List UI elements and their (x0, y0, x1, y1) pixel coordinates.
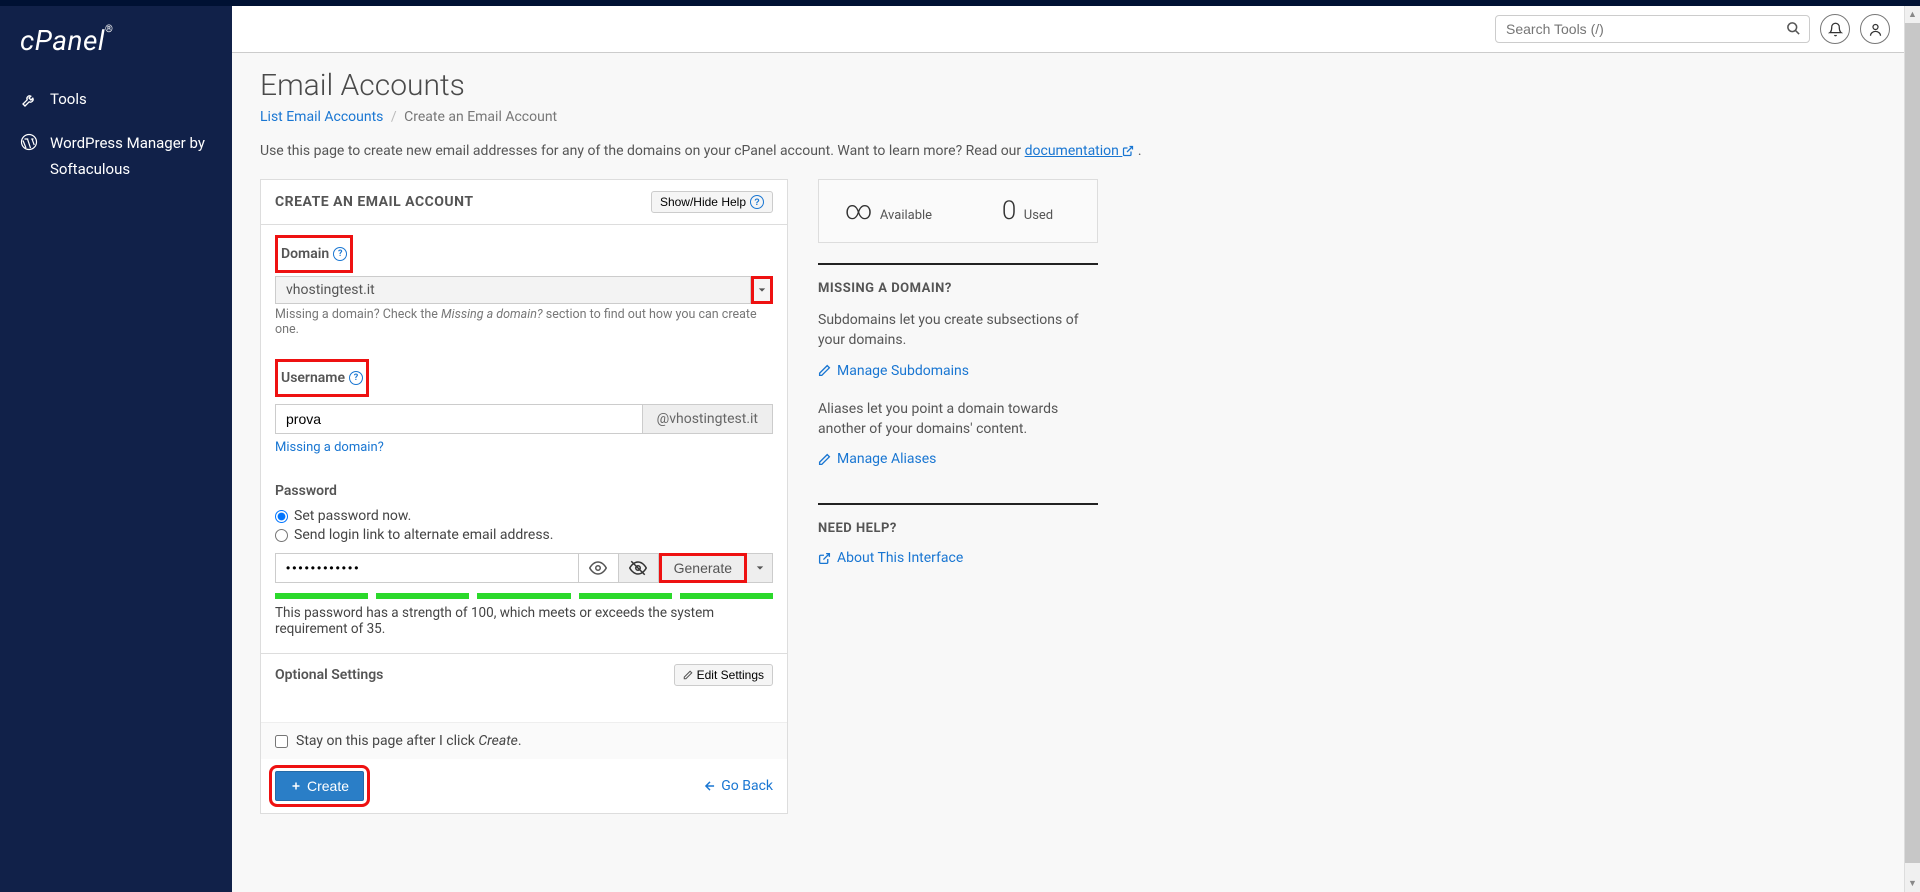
aliases-text: Aliases let you point a domain towards a… (818, 399, 1098, 440)
password-input[interactable] (275, 553, 579, 583)
sidebar-item-wordpress[interactable]: WordPress Manager by Softaculous (0, 121, 232, 196)
panel-title: CREATE AN EMAIL ACCOUNT (275, 194, 474, 210)
available-label: Available (880, 208, 932, 223)
create-panel: CREATE AN EMAIL ACCOUNT Show/Hide Help ?… (260, 179, 788, 814)
about-interface-link[interactable]: About This Interface (818, 550, 963, 566)
wrench-icon (20, 91, 38, 109)
domain-hint: Missing a domain? Check the Missing a do… (275, 307, 773, 337)
username-input[interactable] (275, 404, 643, 434)
search-icon[interactable] (1786, 21, 1802, 37)
sidebar-item-label: Tools (50, 90, 87, 108)
scroll-down-icon[interactable]: ▼ (1905, 875, 1920, 892)
eye-hide-icon[interactable] (619, 553, 659, 583)
stayon-checkbox[interactable] (275, 735, 288, 748)
goback-link[interactable]: Go Back (703, 778, 773, 794)
manage-subdomains-link[interactable]: Manage Subdomains (818, 363, 969, 379)
sidebar: cPanel® Tools WordPress Manager by Softa… (0, 6, 232, 892)
stats-box: ∞ Available 0 Used (818, 179, 1098, 243)
manage-aliases-link[interactable]: Manage Aliases (818, 451, 936, 467)
breadcrumb: List Email Accounts / Create an Email Ac… (260, 109, 1892, 125)
top-header (232, 6, 1920, 53)
search-input[interactable] (1495, 15, 1810, 43)
sidebar-item-label: WordPress Manager by Softaculous (50, 131, 212, 182)
domain-select-caret[interactable] (751, 276, 773, 304)
username-addon: @vhostingtest.it (643, 404, 773, 434)
search-box (1495, 15, 1810, 43)
notifications-button[interactable] (1820, 14, 1850, 44)
username-label: Username ? (281, 370, 363, 386)
breadcrumb-link[interactable]: List Email Accounts (260, 109, 383, 125)
available-value: ∞ (845, 196, 873, 226)
password-radio-link[interactable]: Send login link to alternate email addre… (275, 527, 773, 543)
used-label: Used (1024, 208, 1053, 223)
sidebar-item-tools[interactable]: Tools (0, 77, 232, 121)
scroll-up-icon[interactable]: ▲ (1905, 6, 1920, 23)
edit-settings-button[interactable]: Edit Settings (674, 664, 773, 686)
strength-bar (275, 593, 773, 599)
password-radio-now[interactable]: Set password now. (275, 508, 773, 524)
missing-domain-heading: MISSING A DOMAIN? (818, 281, 1098, 296)
domain-label: Domain ? (281, 246, 347, 262)
help-toggle-button[interactable]: Show/Hide Help ? (651, 191, 773, 213)
domain-select-value[interactable]: vhostingtest.it (275, 276, 751, 304)
page-description: Use this page to create new email addres… (260, 143, 1892, 159)
logo: cPanel® (0, 6, 232, 77)
page-title: Email Accounts (260, 68, 1892, 103)
documentation-link[interactable]: documentation (1025, 143, 1135, 159)
used-value: 0 (1002, 196, 1016, 226)
optional-title: Optional Settings (275, 667, 383, 683)
generate-button[interactable]: Generate (659, 553, 747, 583)
help-icon: ? (750, 195, 764, 209)
help-icon[interactable]: ? (333, 247, 347, 261)
wordpress-icon (20, 133, 38, 151)
scrollbar[interactable]: ▲ ▼ (1904, 6, 1920, 892)
help-icon[interactable]: ? (349, 371, 363, 385)
user-button[interactable] (1860, 14, 1890, 44)
generate-caret[interactable] (747, 553, 773, 583)
stayon-label: Stay on this page after I click Create. (296, 733, 522, 749)
eye-show-icon[interactable] (579, 553, 619, 583)
password-label: Password (275, 483, 337, 499)
need-help-heading: NEED HELP? (818, 521, 1098, 536)
create-button[interactable]: Create (275, 771, 364, 801)
missing-domain-link[interactable]: Missing a domain? (275, 440, 384, 455)
scrollbar-thumb[interactable] (1905, 23, 1920, 863)
breadcrumb-current: Create an Email Account (404, 109, 557, 125)
strength-text: This password has a strength of 100, whi… (275, 605, 773, 637)
subdomains-text: Subdomains let you create subsections of… (818, 310, 1098, 351)
